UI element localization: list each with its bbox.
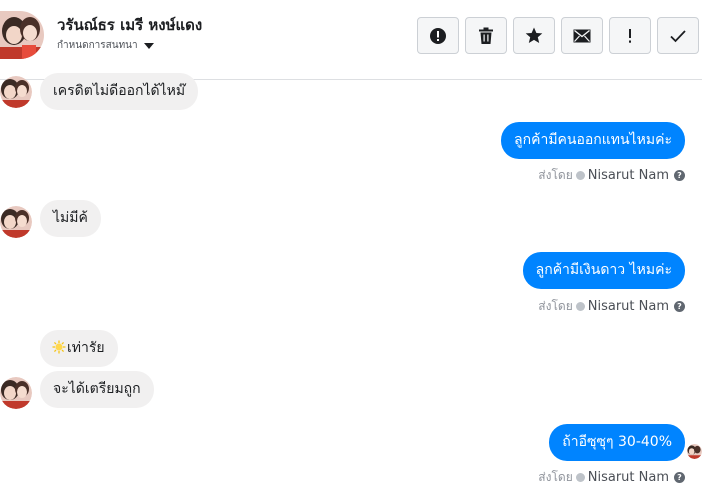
done-button[interactable] <box>657 17 699 54</box>
sent-by-meta: ส่งโดย Nisarut Nam ? <box>538 468 685 483</box>
sender-name[interactable]: Nisarut Nam <box>588 299 669 314</box>
alert-circle-button[interactable] <box>417 17 459 54</box>
contact-avatar[interactable] <box>0 11 44 59</box>
conversation-subtitle: กำหนดการสนทนา <box>57 40 138 51</box>
mail-button[interactable] <box>561 17 603 54</box>
checkmark-icon <box>670 29 686 42</box>
sender-name[interactable]: Nisarut Nam <box>588 168 669 183</box>
sent-by-label: ส่งโดย <box>538 168 573 182</box>
envelope-icon <box>573 29 591 42</box>
verified-icon <box>575 473 585 482</box>
conversation-settings-dropdown[interactable]: กำหนดการสนทนา <box>57 38 154 53</box>
sun-emoji-icon <box>52 340 66 354</box>
message-bubble-incoming[interactable]: เท่ารัย <box>40 330 118 367</box>
important-button[interactable] <box>609 17 651 54</box>
verified-icon <box>575 171 585 180</box>
star-icon <box>525 27 543 43</box>
contact-name[interactable]: วรันณ์ธร เมรี หงษ์แดง <box>57 13 202 37</box>
message-bubble-outgoing[interactable]: ถ้าอีซุซุๆ 30-40% <box>549 424 685 461</box>
sent-by-label: ส่งโดย <box>538 299 573 313</box>
message-bubble-incoming[interactable]: จะได้เตรียมถูก <box>40 371 154 408</box>
help-icon[interactable]: ? <box>674 170 685 181</box>
seen-avatar <box>687 444 702 459</box>
message-text: เท่ารัย <box>67 340 105 356</box>
help-icon[interactable]: ? <box>674 301 685 312</box>
sender-name[interactable]: Nisarut Nam <box>588 470 669 483</box>
message-bubble-outgoing[interactable]: ลูกค้ามีคนออกแทนไหมค่ะ <box>501 122 685 159</box>
conversation-toolbar <box>417 17 699 54</box>
sent-by-label: ส่งโดย <box>538 470 573 483</box>
verified-icon <box>575 302 585 311</box>
trash-icon <box>479 27 493 44</box>
message-bubble-incoming[interactable]: เครดิตไม่ดีออกได้ไหม๊ <box>40 73 199 110</box>
sender-avatar[interactable] <box>0 76 32 108</box>
message-bubble-outgoing[interactable]: ลูกค้ามีเงินดาว ไหมค่ะ <box>522 252 685 289</box>
sent-by-meta: ส่งโดย Nisarut Nam ? <box>538 166 685 185</box>
sent-by-meta: ส่งโดย Nisarut Nam ? <box>538 297 685 316</box>
sender-avatar[interactable] <box>0 206 32 238</box>
message-bubble-incoming[interactable]: ไม่มีค้ <box>40 200 101 237</box>
caret-down-icon <box>143 42 154 49</box>
star-button[interactable] <box>513 17 555 54</box>
exclamation-icon <box>629 28 631 43</box>
delete-button[interactable] <box>465 17 507 54</box>
exclamation-circle-icon <box>430 27 446 44</box>
conversation-header: วรันณ์ธร เมรี หงษ์แดง กำหนดการสนทนา <box>0 0 702 80</box>
help-icon[interactable]: ? <box>674 472 685 483</box>
sender-avatar[interactable] <box>0 377 32 409</box>
